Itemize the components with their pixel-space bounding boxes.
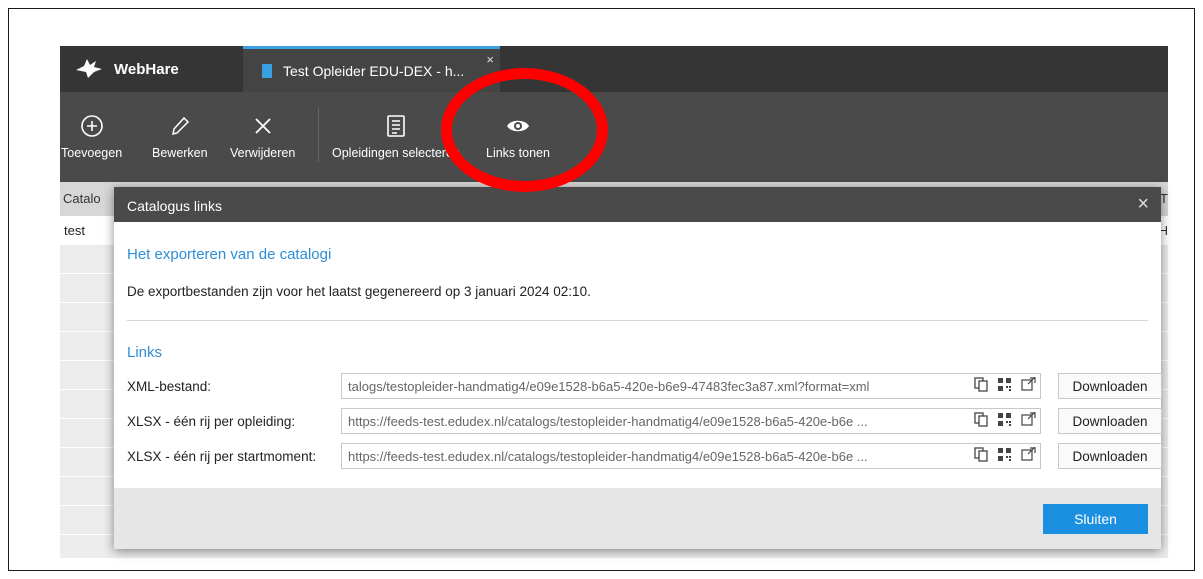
external-link-icon[interactable]: [1021, 447, 1036, 462]
xlsx-course-download-button[interactable]: Downloaden: [1058, 408, 1162, 434]
xml-field-icons: [970, 377, 1036, 392]
qr-code-icon[interactable]: [997, 447, 1012, 462]
xlsx-start-link-label: XLSX - één rij per startmoment:: [127, 449, 317, 464]
rabbit-logo-icon: [76, 59, 102, 78]
xlsx-course-link-label: XLSX - één rij per opleiding:: [127, 414, 296, 429]
checklist-icon: [387, 115, 405, 137]
add-button[interactable]: Toevoegen: [61, 114, 122, 160]
pencil-icon: [171, 116, 189, 136]
tab-test-opleider[interactable]: Test Opleider EDU-DEX - h... ×: [243, 46, 500, 92]
xml-download-button[interactable]: Downloaden: [1058, 373, 1162, 399]
xml-link-row: XML-bestand: talogs/testopleider-handmat…: [127, 373, 1162, 399]
xlsx-start-download-button[interactable]: Downloaden: [1058, 443, 1162, 469]
copy-icon[interactable]: [974, 377, 988, 392]
highlight-annotation: [441, 68, 608, 192]
export-heading: Het exporteren van de catalogi: [127, 246, 332, 263]
xlsx-start-link-row: XLSX - één rij per startmoment: https://…: [127, 443, 1162, 469]
xlsx-course-link-row: XLSX - één rij per opleiding: https://fe…: [127, 408, 1162, 434]
toolbar-separator: [318, 108, 319, 162]
qr-code-icon[interactable]: [997, 377, 1012, 392]
xml-link-label: XML-bestand:: [127, 379, 212, 394]
grid-header-label[interactable]: Catalo: [63, 191, 101, 206]
xlsx-start-field-icons: [970, 447, 1036, 462]
tab-close-button[interactable]: ×: [486, 52, 494, 67]
brand[interactable]: WebHare: [74, 58, 179, 80]
table-cell: test: [64, 223, 85, 238]
top-bar: WebHare Test Opleider EDU-DEX - h... ×: [60, 46, 1168, 92]
toolbar: Toevoegen Bewerken Verwijderen Opleiding…: [60, 92, 1168, 182]
xlsx-course-url-field[interactable]: https://feeds-test.edudex.nl/catalogs/te…: [341, 408, 1041, 434]
brand-name: WebHare: [114, 60, 179, 78]
xlsx-course-field-icons: [970, 412, 1036, 427]
external-link-icon[interactable]: [1021, 412, 1036, 427]
divider: [127, 320, 1148, 321]
dialog-footer: Sluiten: [114, 488, 1161, 549]
xml-url-field[interactable]: talogs/testopleider-handmatig4/e09e1528-…: [341, 373, 1041, 399]
copy-icon[interactable]: [974, 412, 988, 427]
tab-label: Test Opleider EDU-DEX - h...: [283, 62, 465, 79]
export-description: De exportbestanden zijn voor het laatst …: [127, 284, 591, 299]
edit-button[interactable]: Bewerken: [152, 114, 208, 160]
delete-button[interactable]: Verwijderen: [230, 114, 295, 160]
dialog-body: Het exporteren van de catalogi De export…: [114, 222, 1162, 488]
add-label: Toevoegen: [61, 146, 123, 160]
delete-label: Verwijderen: [230, 146, 296, 160]
grid-header-fragment: T: [1160, 191, 1168, 206]
select-courses-label: Opleidingen selecteren: [332, 146, 460, 160]
catalog-links-dialog: Catalogus links × Het exporteren van de …: [114, 187, 1162, 549]
document-icon: [262, 63, 272, 78]
copy-icon[interactable]: [974, 447, 988, 462]
xlsx-course-url-text: https://feeds-test.edudex.nl/catalogs/te…: [348, 414, 868, 429]
dialog-title: Catalogus links: [127, 198, 222, 214]
links-heading: Links: [127, 344, 163, 361]
dialog-close-icon[interactable]: ×: [1137, 193, 1149, 216]
plus-circle-icon: [80, 115, 103, 137]
xml-url-text: talogs/testopleider-handmatig4/e09e1528-…: [348, 379, 870, 394]
qr-code-icon[interactable]: [997, 412, 1012, 427]
edit-label: Bewerken: [152, 146, 208, 160]
x-icon: [255, 118, 271, 134]
close-dialog-button[interactable]: Sluiten: [1043, 504, 1148, 534]
xlsx-start-url-field[interactable]: https://feeds-test.edudex.nl/catalogs/te…: [341, 443, 1041, 469]
xlsx-start-url-text: https://feeds-test.edudex.nl/catalogs/te…: [348, 449, 868, 464]
external-link-icon[interactable]: [1021, 377, 1036, 392]
dialog-title-bar: Catalogus links ×: [114, 187, 1161, 222]
